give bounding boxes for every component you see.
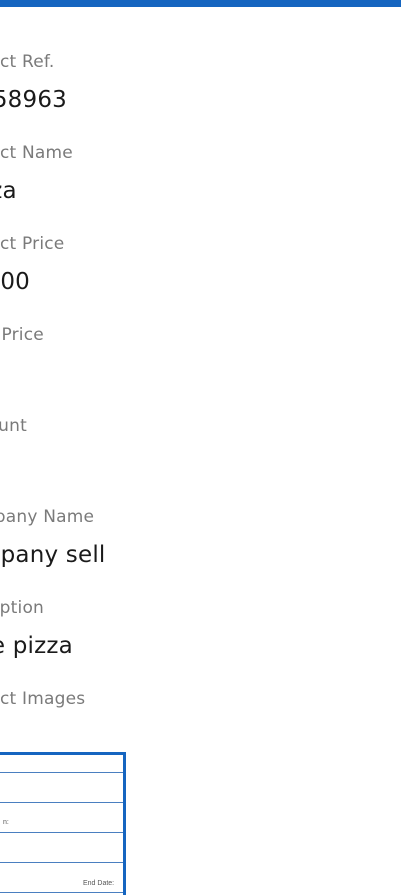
field-label: duct Price: [0, 234, 65, 254]
field-value: mpany sell: [0, 542, 106, 568]
form-line: [0, 802, 123, 803]
field-product-price: duct Price 6.00: [0, 232, 401, 323]
field-label: er Price: [0, 325, 44, 345]
field-value: ce pizza: [0, 633, 73, 659]
field-value: 6.00: [0, 269, 31, 295]
field-label: mpany Name: [0, 507, 95, 527]
field-label: count: [0, 416, 27, 436]
form-line: [0, 892, 123, 893]
product-detail-list: duct Ref. 058963 duct Name zza duct Pric…: [0, 50, 401, 687]
field-description: cription ce pizza: [0, 596, 401, 687]
field-label: duct Name: [0, 143, 73, 163]
product-images-label: duct Images: [0, 689, 86, 709]
form-line: [0, 772, 123, 773]
field-label: duct Ref.: [0, 52, 55, 72]
field-product-name: duct Name zza: [0, 141, 401, 232]
field-value: 058963: [0, 87, 67, 113]
field-value: zza: [0, 178, 17, 204]
product-detail-screen: duct Ref. 058963 duct Name zza duct Pric…: [0, 0, 401, 895]
field-company-name: mpany Name mpany sell: [0, 505, 401, 596]
thumbnail-text: n:: [3, 819, 9, 826]
form-line: [0, 832, 123, 833]
field-discount: count ll: [0, 414, 401, 505]
product-image-thumbnail[interactable]: n: End Date:: [0, 752, 126, 895]
app-bar-edge: [0, 0, 401, 7]
form-line: [0, 862, 123, 863]
thumbnail-text: End Date:: [83, 880, 115, 887]
field-product-ref: duct Ref. 058963: [0, 50, 401, 141]
field-label: cription: [0, 598, 45, 618]
field-offer-price: er Price 0: [0, 323, 401, 414]
